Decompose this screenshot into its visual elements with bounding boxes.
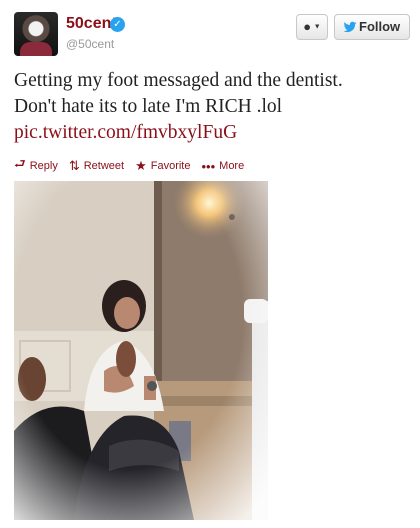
user-icon: ● bbox=[303, 19, 314, 34]
retweet-button[interactable]: ⇅ Retweet bbox=[69, 158, 124, 174]
twitter-bird-icon bbox=[343, 21, 357, 33]
star-icon: ★ bbox=[135, 158, 147, 173]
retweet-icon: ⇅ bbox=[68, 158, 80, 173]
photo-scene bbox=[14, 181, 268, 520]
avatar-figure bbox=[20, 42, 52, 56]
reply-button[interactable]: ⮐ Reply bbox=[14, 155, 58, 177]
verified-icon: ✓ bbox=[110, 17, 125, 32]
avatar[interactable] bbox=[14, 12, 58, 56]
favorite-label: Favorite bbox=[150, 160, 191, 172]
tweet-text: Getting my foot messaged and the dentist… bbox=[14, 68, 410, 146]
tweet-text-line1: Getting my foot messaged and the dentist… bbox=[14, 70, 343, 91]
reply-label: Reply bbox=[29, 160, 58, 172]
more-dots-icon: ••• bbox=[201, 158, 216, 174]
user-actions-button[interactable]: ● ▼ bbox=[296, 14, 328, 40]
reply-icon: ⮐ bbox=[14, 156, 26, 171]
user-handle: @50cent bbox=[66, 37, 115, 51]
follow-label: Follow bbox=[359, 19, 401, 34]
tweet-actions: ⮐ Reply ⇅ Retweet ★ Favorite ••• More bbox=[14, 155, 255, 177]
retweet-label: Retweet bbox=[83, 160, 125, 172]
more-label: More bbox=[219, 160, 245, 172]
favorite-button[interactable]: ★ Favorite bbox=[135, 158, 190, 174]
tweet-media-link[interactable]: pic.twitter.com/fmvbxylFuG bbox=[14, 120, 410, 146]
follow-button[interactable]: Follow bbox=[334, 14, 410, 40]
tweet-photo[interactable] bbox=[14, 181, 268, 520]
chevron-down-icon: ▼ bbox=[313, 23, 321, 31]
more-button[interactable]: ••• More bbox=[202, 159, 245, 174]
tweet-text-line2: Don't hate its to late I'm RICH .lol bbox=[14, 96, 283, 117]
